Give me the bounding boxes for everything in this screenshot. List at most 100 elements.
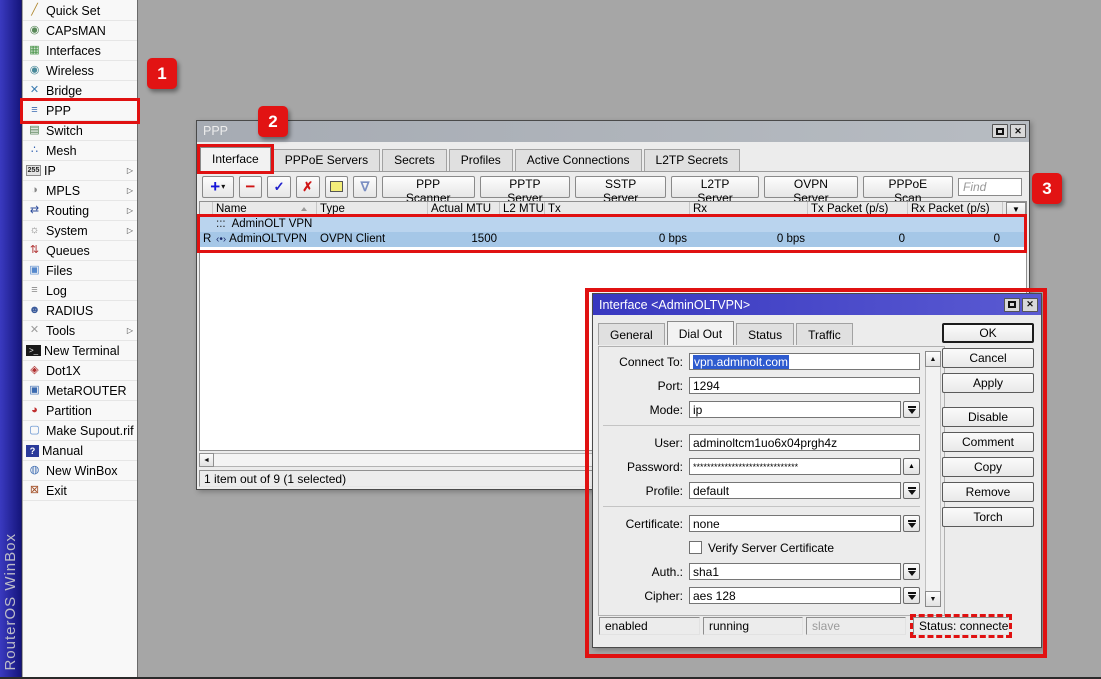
sidebar-item[interactable]: ╱ Quick Set ▷ <box>23 1 137 21</box>
ppp-tab[interactable]: Interface <box>200 147 271 171</box>
maximize-button[interactable] <box>1004 298 1020 312</box>
ppp-tab[interactable]: PPPoE Servers <box>273 149 380 171</box>
supout-icon: ▢ <box>26 424 43 437</box>
column-l2-mtu[interactable]: L2 MTU <box>500 202 545 216</box>
sidebar-item[interactable]: ▦ Interfaces ▷ <box>23 41 137 61</box>
dialog-button[interactable]: Apply <box>942 373 1034 393</box>
sidebar-item[interactable]: ◉ CAPsMAN ▷ <box>23 21 137 41</box>
ppp-tab-label: Secrets <box>394 153 435 167</box>
mode-dropdown-button[interactable] <box>903 401 920 418</box>
ppp-titlebar[interactable]: PPP ✕ <box>197 121 1029 142</box>
column-actual-mtu[interactable]: Actual MTU <box>428 202 500 216</box>
scroll-left-icon[interactable]: ◄ <box>199 453 214 467</box>
scroll-up-icon[interactable]: ▲ <box>925 351 941 367</box>
sidebar-item[interactable]: ◕ Partition ▷ <box>23 401 137 421</box>
toolbar-button[interactable]: PPTP Server <box>480 176 571 198</box>
toolbar-button[interactable]: SSTP Server <box>575 176 666 198</box>
toolbar-button[interactable]: PPPoE Scan <box>863 176 953 198</box>
dialog-titlebar[interactable]: Interface <AdminOLTVPN> ✕ <box>593 294 1041 315</box>
toolbar-button[interactable]: OVPN Server <box>764 176 858 198</box>
form-scrollbar[interactable]: ▲ ▼ <box>925 351 941 607</box>
disable-button[interactable]: ✗ <box>296 176 320 198</box>
sidebar-item[interactable]: ✕ Bridge ▷ <box>23 81 137 101</box>
sidebar-item[interactable]: ▢ Make Supout.rif ▷ <box>23 421 137 441</box>
profile-input[interactable]: default <box>689 482 901 499</box>
enable-button[interactable]: ✓ <box>267 176 291 198</box>
scroll-down-icon[interactable]: ▼ <box>925 591 941 607</box>
column-tx[interactable]: Tx <box>545 202 690 216</box>
sidebar-item[interactable]: ◉ Wireless ▷ <box>23 61 137 81</box>
ppp-tab[interactable]: Secrets <box>382 149 447 171</box>
maximize-button[interactable] <box>992 124 1008 138</box>
column-name[interactable]: Name <box>213 202 317 216</box>
connect-to-input[interactable]: vpn.adminolt.com <box>689 353 920 370</box>
dialog-button[interactable]: Disable <box>942 407 1034 427</box>
sidebar-item[interactable]: ▣ MetaROUTER ▷ <box>23 381 137 401</box>
dialog-button[interactable]: OK <box>942 323 1034 343</box>
user-input[interactable]: adminoltcm1uo6x04prgh4z <box>689 434 920 451</box>
password-expand-button[interactable]: ▲ <box>903 458 920 475</box>
dialog-button[interactable]: Comment <box>942 432 1034 452</box>
dialog-button[interactable]: Copy <box>942 457 1034 477</box>
dialog-button[interactable]: Cancel <box>942 348 1034 368</box>
sidebar-item[interactable]: ◈ Dot1X ▷ <box>23 361 137 381</box>
sidebar-item[interactable]: ◍ New WinBox ▷ <box>23 461 137 481</box>
files-icon: ▣ <box>26 264 43 277</box>
scrollbar-track[interactable] <box>925 367 941 591</box>
sidebar-item[interactable]: ⊠ Exit ▷ <box>23 481 137 501</box>
find-input[interactable] <box>958 178 1022 196</box>
auth-input[interactable]: sha1 <box>689 563 901 580</box>
dialog-tab[interactable]: Dial Out <box>667 321 734 345</box>
dialog-tab[interactable]: Traffic <box>796 323 853 345</box>
comment-button[interactable] <box>325 176 349 198</box>
sidebar-item-label: Partition <box>46 404 92 418</box>
dialog-button[interactable]: Torch <box>942 507 1034 527</box>
ppp-tab[interactable]: L2TP Secrets <box>644 149 740 171</box>
password-input[interactable]: ****************************** <box>689 458 901 475</box>
profile-dropdown-button[interactable] <box>903 482 920 499</box>
column-type[interactable]: Type <box>317 202 428 216</box>
certificate-input[interactable]: none <box>689 515 901 532</box>
ppp-tab[interactable]: Active Connections <box>515 149 642 171</box>
sidebar-item[interactable]: ☼ System ▷ <box>23 221 137 241</box>
verify-server-certificate-checkbox[interactable] <box>689 541 702 554</box>
dialog-tab[interactable]: Status <box>736 323 794 345</box>
sidebar-item[interactable]: ≡ PPP ▷ <box>23 101 137 121</box>
remove-button[interactable]: − <box>239 176 263 198</box>
column-tx-packet[interactable]: Tx Packet (p/s) <box>808 202 908 216</box>
dialog-button[interactable]: Remove <box>942 482 1034 502</box>
interface-row[interactable]: R ‹•›AdminOLTVPN OVPN Client 1500 0 bps … <box>200 232 1026 247</box>
sidebar-item[interactable]: >_ New Terminal ▷ <box>23 341 137 361</box>
sidebar-item-label: MPLS <box>46 184 80 198</box>
toolbar-button[interactable]: L2TP Server <box>671 176 759 198</box>
toolbar-button[interactable]: PPP Scanner <box>382 176 475 198</box>
column-rx-packet[interactable]: Rx Packet (p/s) <box>908 202 1003 216</box>
column-rx[interactable]: Rx <box>690 202 808 216</box>
comment-row[interactable]: :::AdminOLT VPN <box>200 217 1026 232</box>
sidebar-item[interactable]: ? Manual ▷ <box>23 441 137 461</box>
cipher-input[interactable]: aes 128 <box>689 587 901 604</box>
sidebar-item[interactable]: ✕ Tools ▷ <box>23 321 137 341</box>
filter-button[interactable]: ∇ <box>353 176 377 198</box>
ppp-icon: ≡ <box>26 104 43 117</box>
sidebar-item[interactable]: ⇅ Queues ▷ <box>23 241 137 261</box>
cipher-dropdown-button[interactable] <box>903 587 920 604</box>
close-button[interactable]: ✕ <box>1010 124 1026 138</box>
sidebar-item[interactable]: ◑ MPLS ▷ <box>23 181 137 201</box>
sidebar-item[interactable]: ▤ Switch ▷ <box>23 121 137 141</box>
column-select-button[interactable]: ▼ <box>1006 202 1026 216</box>
close-button[interactable]: ✕ <box>1022 298 1038 312</box>
sidebar-item[interactable]: ∴ Mesh ▷ <box>23 141 137 161</box>
sidebar-item[interactable]: ⇄ Routing ▷ <box>23 201 137 221</box>
certificate-dropdown-button[interactable] <box>903 515 920 532</box>
dialog-tab[interactable]: General <box>598 323 665 345</box>
sidebar-item[interactable]: 255 IP ▷ <box>23 161 137 181</box>
mode-input[interactable]: ip <box>689 401 901 418</box>
ppp-tab[interactable]: Profiles <box>449 149 513 171</box>
port-input[interactable]: 1294 <box>689 377 920 394</box>
sidebar-item[interactable]: ☻ RADIUS ▷ <box>23 301 137 321</box>
auth-dropdown-button[interactable] <box>903 563 920 580</box>
add-button[interactable]: + ▾ <box>202 176 234 198</box>
sidebar-item[interactable]: ≡ Log ▷ <box>23 281 137 301</box>
sidebar-item[interactable]: ▣ Files ▷ <box>23 261 137 281</box>
